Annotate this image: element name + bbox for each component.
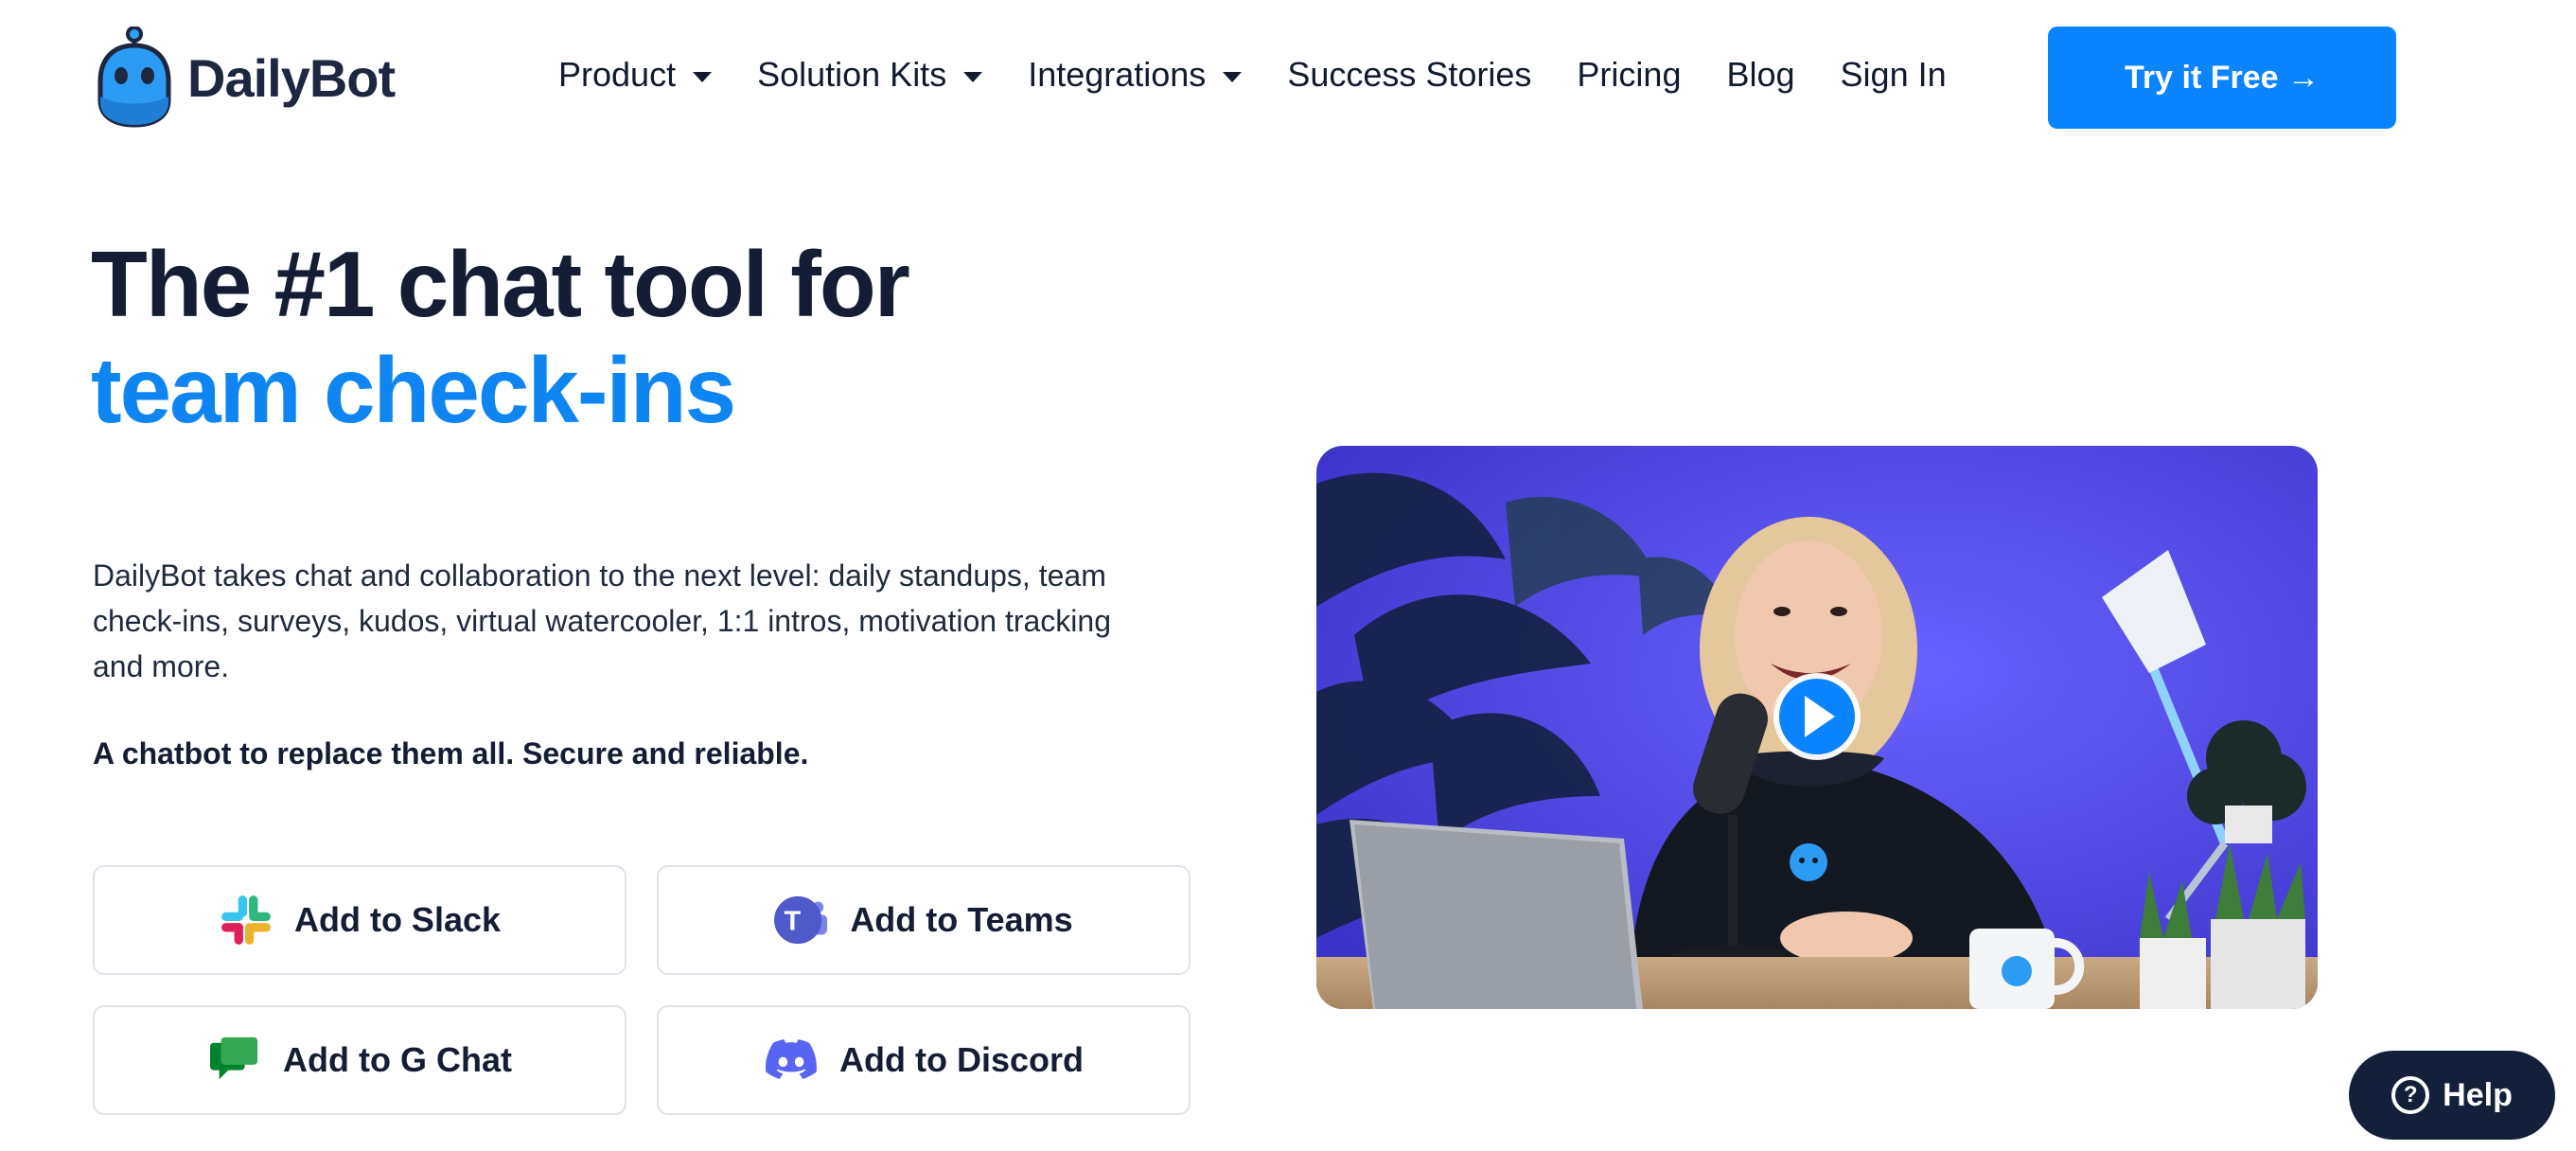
nav-label: Integrations (1028, 55, 1207, 94)
nav-item-integrations[interactable]: Integrations (1028, 55, 1243, 95)
nav-label: Solution Kits (757, 55, 947, 94)
help-label: Help (2443, 1076, 2513, 1113)
button-label: Add to G Chat (283, 1040, 512, 1079)
main-nav: Product Solution Kits Integrations Succe… (558, 55, 1992, 95)
headline-line-2: team check-ins (91, 338, 736, 442)
slack-icon (219, 893, 273, 947)
hero-description: DailyBot takes chat and collaboration to… (93, 558, 1111, 683)
teams-icon: T (774, 893, 829, 947)
help-button[interactable]: ? Help (2349, 1051, 2555, 1140)
caret-down-icon (963, 71, 983, 82)
button-label: Add to Teams (850, 900, 1073, 939)
nav-label: Blog (1726, 55, 1795, 94)
play-icon (1773, 673, 1861, 760)
svg-text:T: T (785, 907, 802, 937)
nav-item-sign-in[interactable]: Sign In (1841, 55, 1947, 95)
discord-icon (764, 1033, 819, 1088)
logo-text: DailyBot (187, 47, 396, 108)
add-to-slack-button[interactable]: Add to Slack (93, 865, 626, 975)
hero-tagline: A chatbot to replace them all. Secure an… (93, 736, 809, 770)
button-label: Add to Slack (293, 900, 502, 939)
question-icon: ? (2391, 1076, 2430, 1114)
nav-label: Success Stories (1287, 55, 1532, 94)
intro-video[interactable] (1316, 446, 2318, 1009)
nav-item-success-stories[interactable]: Success Stories (1287, 55, 1531, 95)
try-it-free-button[interactable]: Try it Free → (2048, 27, 2396, 129)
nav-label: Pricing (1577, 55, 1682, 94)
caret-down-icon (693, 71, 713, 82)
headline-line-1: The #1 chat tool for (91, 232, 910, 336)
button-label: Add to Discord (839, 1040, 1084, 1079)
page: DailyBot Product Solution Kits Integrati… (0, 0, 2576, 1151)
nav-label: Product (558, 55, 677, 94)
nav-label: Sign In (1840, 55, 1947, 94)
dailybot-logo-icon (97, 27, 171, 128)
page-title: The #1 chat tool for team check-ins (91, 231, 910, 443)
nav-item-pricing[interactable]: Pricing (1577, 55, 1681, 95)
caret-down-icon (1223, 71, 1243, 82)
nav-item-solution-kits[interactable]: Solution Kits (757, 55, 983, 95)
google-chat-icon (207, 1033, 262, 1088)
nav-item-blog[interactable]: Blog (1726, 55, 1794, 95)
nav-item-product[interactable]: Product (558, 55, 713, 95)
logo[interactable]: DailyBot (91, 27, 396, 129)
video-thumbnail (1316, 446, 2318, 1009)
add-to-gchat-button[interactable]: Add to G Chat (93, 1005, 626, 1115)
add-to-teams-button[interactable]: T Add to Teams (657, 865, 1191, 975)
add-to-discord-button[interactable]: Add to Discord (657, 1005, 1191, 1115)
